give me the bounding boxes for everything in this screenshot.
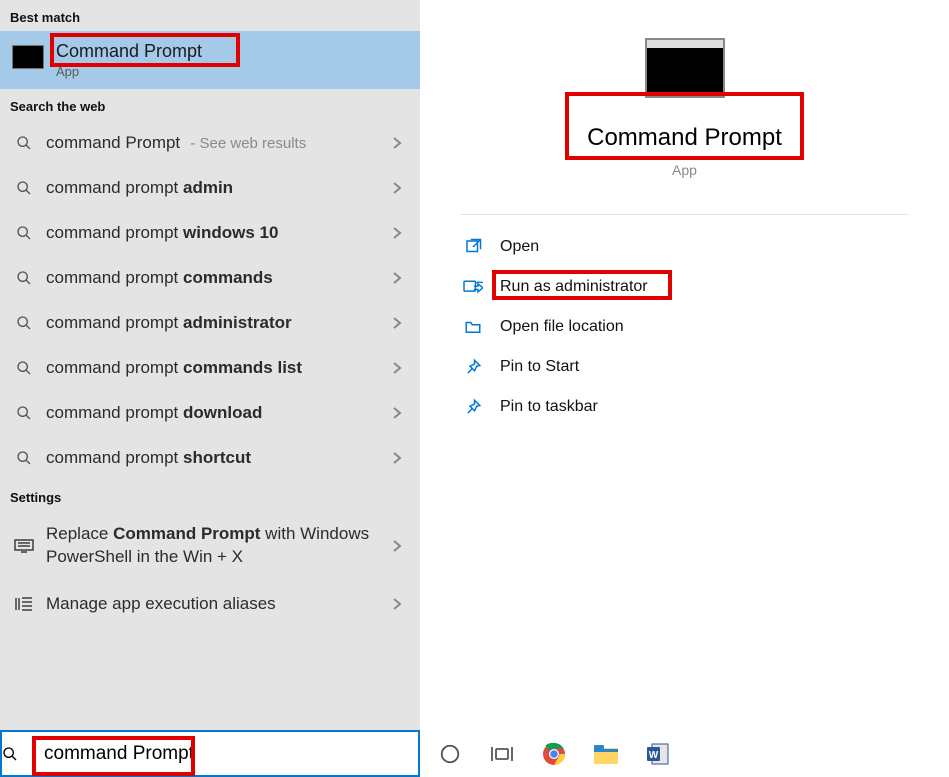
chevron-right-icon[interactable] xyxy=(386,271,408,285)
result-text: command prompt shortcut xyxy=(46,448,386,468)
action-pin-to-start[interactable]: Pin to Start xyxy=(420,347,949,387)
search-box[interactable] xyxy=(0,730,420,777)
result-text: command prompt administrator xyxy=(46,313,386,333)
divider xyxy=(460,214,909,215)
action-run-as-administrator[interactable]: Run as administrator xyxy=(420,267,949,307)
web-result-row[interactable]: command Prompt - See web results xyxy=(0,120,420,165)
action-open-file-location[interactable]: Open file location xyxy=(420,307,949,347)
word-icon[interactable]: W xyxy=(644,740,672,768)
cmd-icon xyxy=(12,45,44,69)
app-preview-icon xyxy=(645,38,725,98)
search-web-heading: Search the web xyxy=(0,89,420,120)
search-icon xyxy=(12,180,36,196)
action-label: Open xyxy=(500,238,539,256)
result-text: command prompt windows 10 xyxy=(46,223,386,243)
preview-panel: Command Prompt App Open Run as administr… xyxy=(420,0,949,730)
search-icon xyxy=(12,225,36,241)
action-label: Open file location xyxy=(500,318,624,336)
settings-result-row[interactable]: Replace Command Prompt with Windows Powe… xyxy=(0,511,420,581)
action-pin-to-taskbar[interactable]: Pin to taskbar xyxy=(420,387,949,427)
folder-icon xyxy=(460,318,486,336)
task-view-icon[interactable] xyxy=(488,740,516,768)
web-result-row[interactable]: command prompt administrator xyxy=(0,300,420,345)
web-result-row[interactable]: command prompt admin xyxy=(0,165,420,210)
annotation-box xyxy=(50,33,240,67)
search-icon xyxy=(12,360,36,376)
action-label: Pin to taskbar xyxy=(500,398,598,416)
chevron-right-icon[interactable] xyxy=(386,406,408,420)
web-result-row[interactable]: command prompt download xyxy=(0,390,420,435)
annotation-box xyxy=(492,270,672,300)
best-match-heading: Best match xyxy=(0,0,420,31)
result-text: Manage app execution aliases xyxy=(46,593,386,616)
pin-icon xyxy=(460,398,486,416)
chevron-right-icon[interactable] xyxy=(386,539,408,553)
preview-subtitle: App xyxy=(420,162,949,178)
settings-heading: Settings xyxy=(0,480,420,511)
web-result-row[interactable]: command prompt windows 10 xyxy=(0,210,420,255)
search-icon xyxy=(12,315,36,331)
web-result-row[interactable]: command prompt commands xyxy=(0,255,420,300)
explorer-icon[interactable] xyxy=(592,740,620,768)
chevron-right-icon[interactable] xyxy=(386,361,408,375)
chevron-right-icon[interactable] xyxy=(386,181,408,195)
settings-item-icon xyxy=(12,539,36,553)
open-icon xyxy=(460,238,486,256)
result-text: command prompt download xyxy=(46,403,386,423)
web-result-row[interactable]: command prompt commands list xyxy=(0,345,420,390)
action-label: Pin to Start xyxy=(500,358,579,376)
pin-icon xyxy=(460,358,486,376)
settings-item-icon xyxy=(12,596,36,612)
cortana-icon[interactable] xyxy=(436,740,464,768)
svg-text:W: W xyxy=(649,750,659,761)
admin-icon xyxy=(460,278,486,296)
search-icon xyxy=(12,270,36,286)
annotation-box xyxy=(32,736,195,776)
result-text: command prompt commands xyxy=(46,268,386,288)
search-results-panel: Best match Command Prompt App Search the… xyxy=(0,0,420,730)
best-match-item[interactable]: Command Prompt App xyxy=(0,31,420,89)
chevron-right-icon[interactable] xyxy=(386,451,408,465)
web-result-row[interactable]: command prompt shortcut xyxy=(0,435,420,480)
chevron-right-icon[interactable] xyxy=(386,226,408,240)
result-text: command prompt admin xyxy=(46,178,386,198)
search-icon xyxy=(12,450,36,466)
result-text: command prompt commands list xyxy=(46,358,386,378)
chevron-right-icon[interactable] xyxy=(386,597,408,611)
result-text: Replace Command Prompt with Windows Powe… xyxy=(46,523,386,569)
chevron-right-icon[interactable] xyxy=(386,136,408,150)
annotation-box xyxy=(565,92,804,160)
settings-result-row[interactable]: Manage app execution aliases xyxy=(0,581,420,628)
chrome-icon[interactable] xyxy=(540,740,568,768)
action-open[interactable]: Open xyxy=(420,227,949,267)
result-text: command Prompt - See web results xyxy=(46,133,386,153)
search-icon xyxy=(12,135,36,151)
chevron-right-icon[interactable] xyxy=(386,316,408,330)
search-icon xyxy=(12,405,36,421)
taskbar: W xyxy=(0,730,949,777)
